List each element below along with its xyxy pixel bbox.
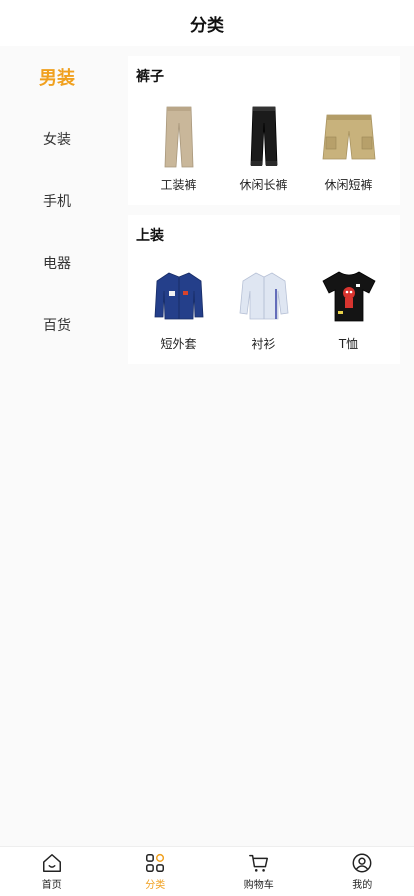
tab-category[interactable]: 分类 [104,847,208,896]
user-icon [352,853,372,873]
section-title: 上装 [136,228,164,244]
tab-cart[interactable]: 购物车 [207,847,311,896]
sidebar-item-menswear[interactable]: 男装 [0,46,114,108]
category-icon [146,853,165,872]
category-cell-label: 休闲短裤 [324,178,373,192]
tab-label: 分类 [145,880,166,891]
category-cell-casual-pants[interactable]: 休闲长裤 [221,104,306,193]
category-cell-short-jacket[interactable]: 短外套 [136,263,221,352]
tab-label: 我的 [352,880,373,891]
sidebar-item-general-goods[interactable]: 百货 [0,294,114,356]
category-cell-label: T恤 [338,337,359,351]
category-content: 裤子 工装裤 休闲长裤 休闲短裤 上装 短外套 衬衫 T恤 [128,56,400,374]
shirt-image [236,263,292,329]
section-tops: 上装 短外套 衬衫 T恤 [128,215,400,364]
category-cell-tshirt[interactable]: T恤 [306,263,391,352]
home-icon [42,854,61,872]
category-cell-label: 短外套 [160,337,197,351]
tab-label: 购物车 [243,880,274,891]
category-cell-casual-shorts[interactable]: 休闲短裤 [306,104,391,193]
category-cell-work-pants[interactable]: 工装裤 [136,104,221,193]
cargo-shorts-image [321,104,377,170]
tab-mine[interactable]: 我的 [311,847,414,896]
category-cell-label: 工装裤 [160,178,197,192]
tshirt-image [321,263,377,329]
black-pants-image [236,104,292,170]
cart-icon [248,854,268,872]
header: 分类 [0,0,414,46]
tab-home[interactable]: 首页 [0,847,104,896]
denim-jacket-image [151,263,207,329]
sidebar-item-womenswear[interactable]: 女装 [0,108,114,170]
app: 分类 男装 女装 手机 电器 百货 裤子 工装裤 休闲长裤 休闲短裤 上装 短外… [0,0,414,896]
section-title: 裤子 [136,69,164,85]
sidebar-item-phones[interactable]: 手机 [0,170,114,232]
category-sidebar: 男装 女装 手机 电器 百货 [0,46,114,356]
bottom-tab-bar: 首页 分类 购物车 我的 [0,846,414,896]
sidebar-item-appliances[interactable]: 电器 [0,232,114,294]
category-cell-label: 休闲长裤 [239,178,288,192]
page-title: 分类 [190,15,224,36]
product-grid: 短外套 衬衫 T恤 [136,263,400,352]
category-cell-label: 衬衫 [251,337,276,351]
tab-label: 首页 [41,880,62,891]
category-cell-shirt[interactable]: 衬衫 [221,263,306,352]
section-pants: 裤子 工装裤 休闲长裤 休闲短裤 [128,56,400,205]
product-grid: 工装裤 休闲长裤 休闲短裤 [136,104,400,193]
khaki-pants-image [151,104,207,170]
